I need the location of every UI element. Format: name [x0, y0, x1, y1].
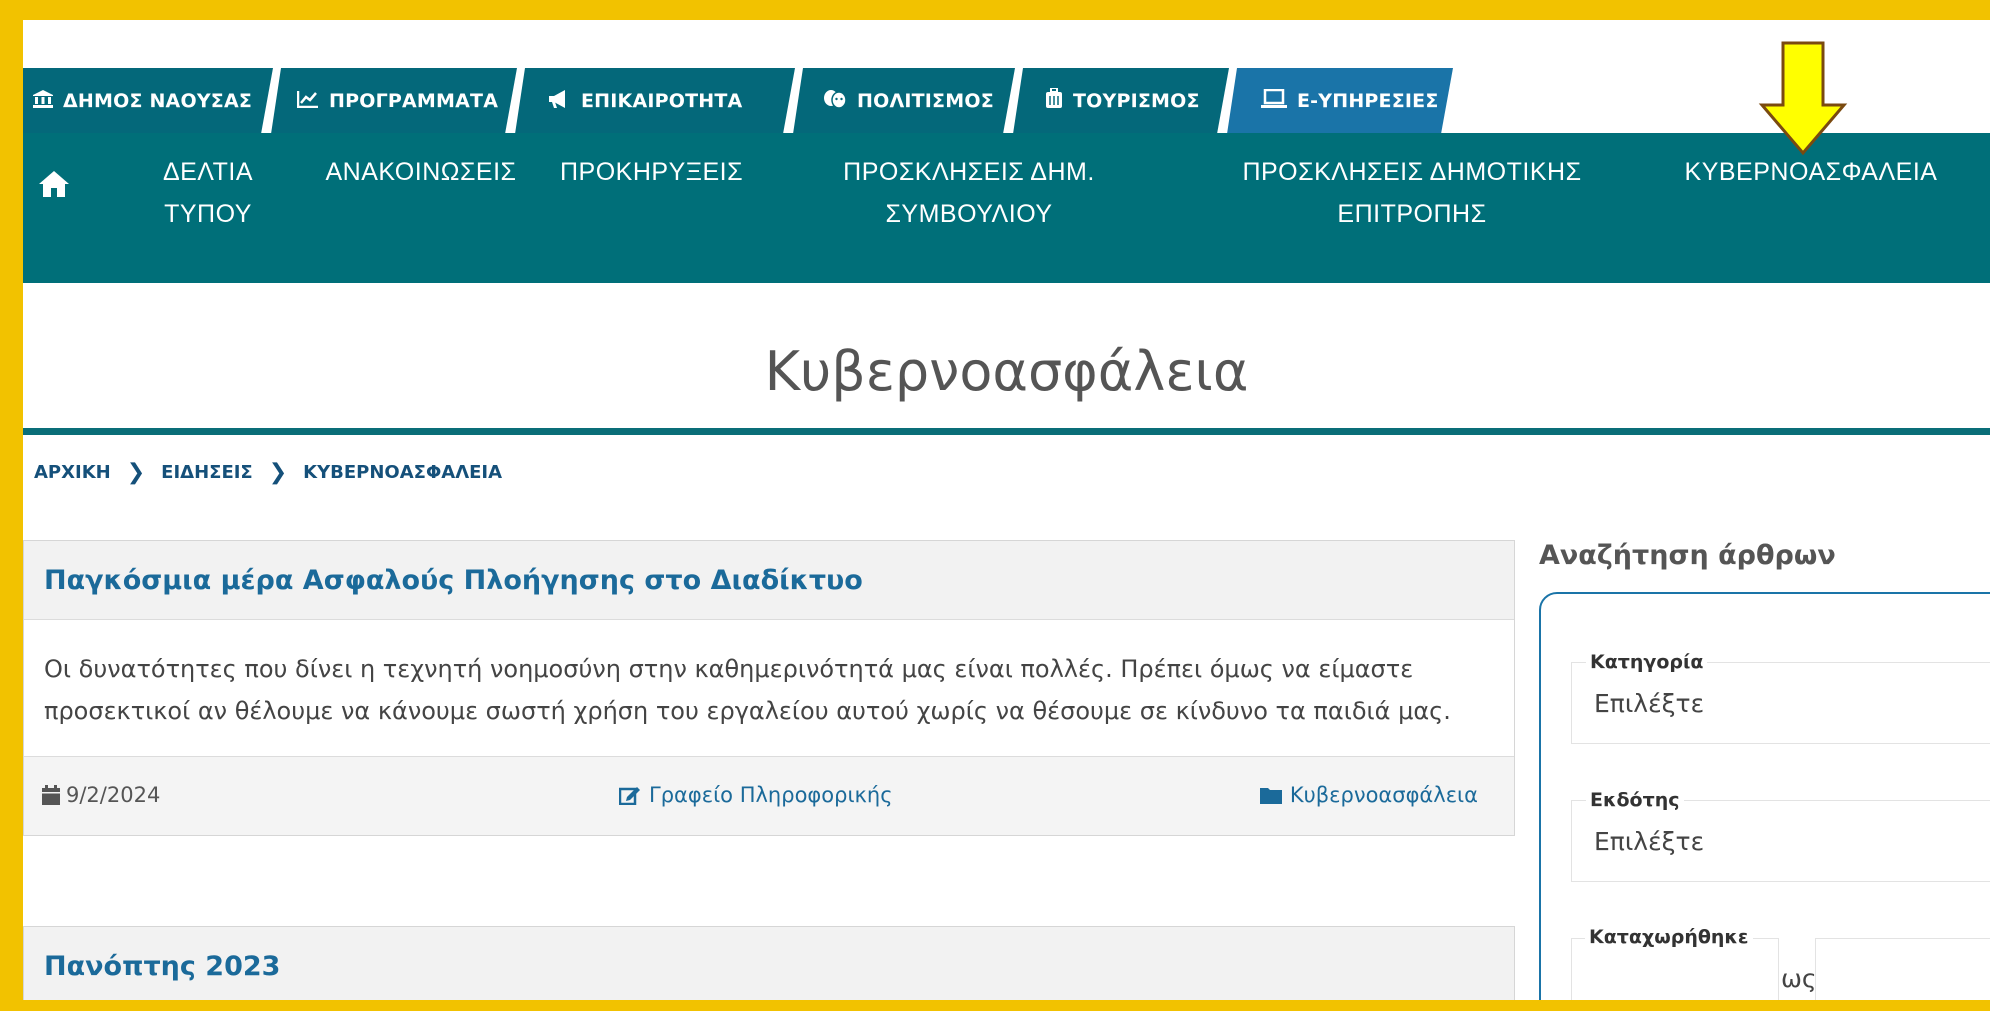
- article-date: 9/2/2024: [42, 783, 160, 807]
- theater-masks-icon: [823, 89, 847, 114]
- article-header: Πανόπτης 2023: [24, 927, 1514, 1000]
- tab-epikairotita[interactable]: ΕΠΙΚΑΙΡΟΤΗΤΑ: [515, 68, 795, 134]
- nav-item-prosklhseis-dimotikis-epitropis[interactable]: ΠΡΟΣΚΛΗΣΕΙΣ ΔΗΜΟΤΙΚΗΣ ΕΠΙΤΡΟΠΗΣ: [1239, 151, 1585, 235]
- top-tabs: ΔΗΜΟΣ ΝΑΟΥΣΑΣ ΠΡΟΓΡΑΜΜΑΤΑ ΕΠΙΚΑΙΡΟΤΗΤΑ Π…: [23, 68, 1990, 134]
- nav-item-line: ΠΡΟΚΗΡΥΞΕΙΣ: [560, 158, 744, 186]
- article-title-link[interactable]: Πανόπτης 2023: [44, 951, 280, 982]
- tab-label: ΠΡΟΓΡΑΜΜΑΤΑ: [329, 90, 499, 112]
- category-select[interactable]: Κατηγορία Επιλέξτε: [1571, 651, 1990, 744]
- tab-politismos[interactable]: ΠΟΛΙΤΙΣΜΟΣ: [793, 68, 1015, 134]
- registered-date-range: Καταχωρήθηκε ως: [1571, 926, 1990, 1000]
- breadcrumb: ΑΡΧΙΚΗ ❯ ΕΙΔΗΣΕΙΣ ❯ ΚΥΒΕΡΝΟΑΣΦΑΛΕΙΑ: [34, 460, 502, 485]
- nav-item-prokiryxeis[interactable]: ΠΡΟΚΗΡΥΞΕΙΣ: [560, 151, 744, 193]
- nav-item-line: ΚΥΒΕΡΝΟΑΣΦΑΛΕΙΑ: [1684, 158, 1938, 186]
- article-date-text: 9/2/2024: [66, 783, 161, 807]
- tab-label: ΠΟΛΙΤΙΣΜΟΣ: [857, 90, 994, 112]
- tab-label: E-ΥΠΗΡΕΣΙΕΣ: [1297, 90, 1439, 112]
- tab-tourismos[interactable]: ΤΟΥΡΙΣΜΟΣ: [1013, 68, 1229, 134]
- chevron-right-icon: ❯: [268, 460, 288, 485]
- publisher-value: Επιλέξτε: [1594, 827, 1705, 856]
- home-icon[interactable]: [37, 169, 71, 199]
- article-title-link[interactable]: Παγκόσμια μέρα Ασφαλούς Πλοήγησης στο Δι…: [44, 565, 863, 596]
- article-header: Παγκόσμια μέρα Ασφαλούς Πλοήγησης στο Δι…: [24, 541, 1514, 620]
- nav-item-line: ΠΡΟΣΚΛΗΣΕΙΣ ΔΗΜ.: [843, 158, 1095, 186]
- article-author-text[interactable]: Γραφείο Πληροφορικής: [649, 783, 893, 807]
- registered-label: Καταχωρήθηκε: [1585, 926, 1753, 948]
- breadcrumb-news-link[interactable]: ΕΙΔΗΣΕΙΣ: [161, 462, 253, 483]
- article-category-text[interactable]: Κυβερνοασφάλεια: [1290, 783, 1478, 807]
- tab-programmata[interactable]: ΠΡΟΓΡΑΜΜΑΤΑ: [271, 68, 517, 134]
- article-card: Πανόπτης 2023: [23, 926, 1515, 1000]
- chart-line-icon: [297, 90, 319, 113]
- yellow-arrow-annotation: [1758, 41, 1848, 156]
- breadcrumb-current: ΚΥΒΕΡΝΟΑΣΦΑΛΕΙΑ: [303, 462, 503, 483]
- nav-item-line: ΕΠΙΤΡΟΠΗΣ: [1337, 200, 1487, 228]
- tab-dimos-naousas[interactable]: ΔΗΜΟΣ ΝΑΟΥΣΑΣ: [23, 68, 273, 134]
- article-search-form: Κατηγορία Επιλέξτε Εκδότης Επιλέξτε Κατα…: [1539, 592, 1990, 1000]
- article-category[interactable]: Κυβερνοασφάλεια: [1259, 783, 1478, 807]
- bank-icon: [33, 90, 53, 113]
- nav-item-line: ΤΥΠΟΥ: [164, 200, 252, 228]
- article-card: Παγκόσμια μέρα Ασφαλούς Πλοήγησης στο Δι…: [23, 540, 1515, 836]
- nav-item-deltia-typou[interactable]: ΔΕΛΤΙΑ ΤΥΠΟΥ: [135, 151, 281, 235]
- category-value: Επιλέξτε: [1594, 689, 1705, 718]
- main-navigation: ΔΕΛΤΙΑ ΤΥΠΟΥ ΑΝΑΚΟΙΝΩΣΕΙΣ ΠΡΟΚΗΡΥΞΕΙΣ ΠΡ…: [23, 133, 1990, 283]
- page: ΔΗΜΟΣ ΝΑΟΥΣΑΣ ΠΡΟΓΡΑΜΜΑΤΑ ΕΠΙΚΑΙΡΟΤΗΤΑ Π…: [23, 20, 1990, 1000]
- article-excerpt: Οι δυνατότητες που δίνει η τεχνητή νοημο…: [44, 655, 1451, 725]
- title-divider: [23, 428, 1990, 435]
- nav-item-anakoinoseis[interactable]: ΑΝΑΚΟΙΝΩΣΕΙΣ: [323, 151, 519, 193]
- nav-item-line: ΣΥΜΒΟΥΛΙΟΥ: [885, 200, 1053, 228]
- nav-item-kybernoasfaleia[interactable]: ΚΥΒΕΡΝΟΑΣΦΑΛΕΙΑ: [1683, 151, 1939, 193]
- laptop-icon: [1261, 89, 1287, 114]
- tab-label: ΔΗΜΟΣ ΝΑΟΥΣΑΣ: [63, 90, 253, 112]
- breadcrumb-home-link[interactable]: ΑΡΧΙΚΗ: [34, 462, 111, 483]
- date-to-input[interactable]: [1815, 938, 1990, 1000]
- calendar-icon: [42, 785, 60, 805]
- edit-icon: [619, 787, 640, 805]
- tab-e-ypiresies[interactable]: E-ΥΠΗΡΕΣΙΕΣ: [1227, 68, 1453, 134]
- folder-icon: [1259, 788, 1282, 804]
- to-label: ως: [1781, 964, 1817, 993]
- page-title: Κυβερνοασφάλεια: [764, 340, 1249, 403]
- nav-item-line: ΑΝΑΚΟΙΝΩΣΕΙΣ: [325, 158, 517, 186]
- article-author[interactable]: Γραφείο Πληροφορικής: [619, 783, 893, 807]
- category-label: Κατηγορία: [1586, 651, 1708, 673]
- sidebar-title: Αναζήτηση άρθρων: [1539, 540, 1836, 571]
- megaphone-icon: [547, 89, 571, 114]
- article-footer: 9/2/2024 Γραφείο Πληροφορικής Κυβερνοασφ…: [24, 756, 1514, 835]
- publisher-select[interactable]: Εκδότης Επιλέξτε: [1571, 789, 1990, 882]
- chevron-right-icon: ❯: [126, 460, 146, 485]
- nav-item-line: ΔΕΛΤΙΑ: [162, 158, 254, 186]
- suitcase-icon: [1045, 88, 1063, 115]
- publisher-label: Εκδότης: [1586, 789, 1684, 811]
- tab-label: ΤΟΥΡΙΣΜΟΣ: [1073, 90, 1200, 112]
- nav-item-line: ΠΡΟΣΚΛΗΣΕΙΣ ΔΗΜΟΤΙΚΗΣ: [1242, 158, 1582, 186]
- nav-item-prosklhseis-dim-symvouliou[interactable]: ΠΡΟΣΚΛΗΣΕΙΣ ΔΗΜ. ΣΥΜΒΟΥΛΙΟΥ: [843, 151, 1095, 235]
- tab-label: ΕΠΙΚΑΙΡΟΤΗΤΑ: [581, 90, 743, 112]
